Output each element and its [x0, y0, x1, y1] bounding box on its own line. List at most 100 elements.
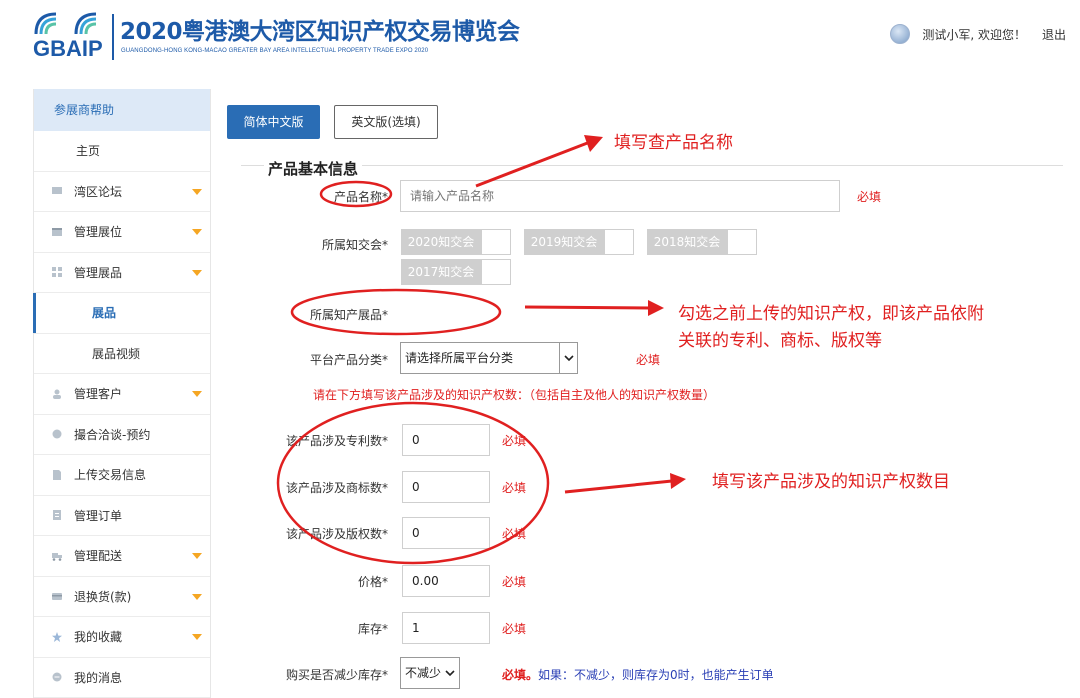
annotation-fill-product-name: 填写查产品名称 [614, 133, 733, 153]
sidebar-item-label: 撮合洽谈-预约 [74, 427, 151, 442]
expo-option-2019[interactable]: 2019知交会 [524, 229, 634, 255]
expo-option-2018[interactable]: 2018知交会 [647, 229, 757, 255]
sidebar-item-home[interactable]: 主页 [34, 131, 210, 172]
expo-option-checkbox[interactable] [604, 229, 634, 255]
chevron-down-icon [441, 658, 459, 688]
header: GBAIP 2020粤港澳大湾区知识产权交易博览会 GUANGDONG-HONG… [0, 0, 1080, 70]
logout-link[interactable]: 退出 [1042, 26, 1066, 43]
sidebar-heading[interactable]: 参展商帮助 [34, 89, 210, 131]
tab-simplified-chinese[interactable]: 简体中文版 [227, 105, 320, 139]
expo-option-checkbox[interactable] [727, 229, 757, 255]
expo-option-label: 2018知交会 [647, 229, 727, 255]
chevron-down-icon [192, 593, 202, 600]
arrow-product-name [475, 135, 603, 188]
user-area: 测试小军, 欢迎您！ 退出 [890, 24, 1066, 44]
required-marker: 必填。 [502, 668, 539, 682]
price-label: 价格* [357, 575, 388, 589]
expo-subtitle: GUANGDONG-HONG KONG-MACAO GREATER BAY AR… [121, 48, 429, 54]
upload-icon [53, 469, 61, 480]
sidebar-item-label: 展品 [92, 306, 117, 321]
patents-label: 该产品涉及专利数* [285, 434, 388, 448]
reduce-stock-select[interactable]: 不减少 [400, 657, 460, 689]
arrow-ip-counts [564, 473, 686, 494]
sidebar-item-booth[interactable]: 管理展位 [34, 212, 210, 253]
sidebar-item-label: 管理订单 [74, 508, 123, 523]
arrow-ip-items [524, 300, 664, 316]
star-icon [52, 631, 62, 642]
stock-label: 库存* [357, 622, 388, 636]
chat-icon [52, 429, 62, 439]
grid-icon [52, 267, 62, 278]
required-marker: 必填 [502, 575, 527, 589]
ip-count-hint: 请在下方填写该产品涉及的知识产权数：（包括自主及他人的知识产权数量） [313, 388, 716, 402]
copyrights-label: 该产品涉及版权数* [285, 527, 388, 541]
wave-logo-icon [34, 12, 97, 35]
chevron-down-icon [192, 634, 202, 640]
sidebar-item-customers[interactable]: 管理客户 [34, 374, 210, 415]
product-name-input[interactable] [400, 180, 840, 212]
user-icon [53, 389, 61, 399]
sidebar-item-label: 管理客户 [74, 387, 123, 402]
category-label: 平台产品分类* [309, 353, 388, 367]
chevron-down-icon [192, 553, 202, 559]
copyrights-input[interactable]: 0 [402, 517, 490, 549]
sidebar-item-label: 管理展品 [74, 265, 123, 280]
trademarks-input[interactable]: 0 [402, 471, 490, 503]
tab-english[interactable]: 英文版(选填) [334, 105, 438, 139]
section-title: 产品基本信息 [264, 158, 363, 179]
sidebar-item-orders[interactable]: 管理订单 [34, 496, 210, 536]
sidebar-item-label: 展品视频 [92, 346, 141, 361]
sidebar-item-products[interactable]: 展品 [33, 293, 210, 334]
annotation-select-ip-line2: 关联的专利、商标、版权等 [678, 331, 882, 351]
reduce-stock-label: 购买是否减少库存* [285, 668, 388, 682]
expo-option-2017[interactable]: 2017知交会 [401, 259, 511, 285]
avatar[interactable] [890, 24, 911, 44]
sidebar-item-label: 管理配送 [74, 549, 123, 564]
expo-title: 2020粤港澳大湾区知识产权交易博览会 [120, 19, 520, 45]
order-icon [53, 510, 61, 521]
sidebar-item-label: 上传交易信息 [74, 468, 147, 483]
sidebar-item-label: 湾区论坛 [74, 184, 123, 199]
stock-input[interactable]: 1 [402, 612, 490, 644]
price-input[interactable]: 0.00 [402, 565, 490, 597]
sidebar: 参展商帮助 主页 湾区论坛 管理展位 管理展品 展品 展品视频 管理客户 撮合洽… [33, 89, 211, 698]
annotation-fill-ip-count: 填写该产品涉及的知识产权数目 [712, 472, 950, 492]
required-marker: 必填 [502, 434, 527, 448]
active-indicator [33, 293, 36, 333]
sidebar-item-delivery[interactable]: 管理配送 [34, 536, 210, 577]
sidebar-item-label: 我的收藏 [74, 630, 123, 645]
sidebar-item-forum[interactable]: 湾区论坛 [34, 172, 210, 212]
sidebar-item-messages[interactable]: 我的消息 [34, 658, 210, 698]
sidebar-item-label: 管理展位 [74, 225, 123, 240]
expo-option-label: 2017知交会 [401, 259, 481, 285]
chevron-down-icon [192, 391, 202, 397]
sidebar-item-favorites[interactable]: 我的收藏 [34, 617, 210, 658]
section-divider [241, 165, 1063, 166]
sidebar-item-refund[interactable]: 退换货(款) [34, 577, 210, 617]
chevron-down-icon [559, 343, 577, 373]
sidebar-item-exhibits[interactable]: 管理展品 [34, 253, 210, 293]
required-marker: 必填 [636, 353, 661, 367]
sidebar-item-label: 主页 [76, 144, 101, 159]
required-marker: 必填 [502, 481, 527, 495]
expo-option-2020[interactable]: 2020知交会 [401, 229, 511, 255]
reduce-stock-value: 不减少 [405, 666, 442, 680]
required-marker: 必填 [502, 622, 527, 636]
chevron-down-icon [192, 229, 202, 235]
reduce-stock-note: 必填。如果：不减少，则库存为0时，也能产生订单 [502, 666, 774, 683]
expo-option-checkbox[interactable] [481, 259, 511, 285]
forum-icon [52, 187, 62, 195]
sidebar-item-product-video[interactable]: 展品视频 [34, 334, 210, 374]
required-marker: 必填 [502, 527, 527, 541]
patents-input[interactable]: 0 [402, 424, 490, 456]
logo-divider [112, 14, 114, 60]
required-marker: 必填 [857, 190, 882, 204]
sidebar-item-upload-trade[interactable]: 上传交易信息 [34, 455, 210, 496]
chevron-down-icon [192, 188, 202, 195]
annotation-select-ip-line1: 勾选之前上传的知识产权，即该产品依附 [678, 304, 984, 324]
expo-option-checkbox[interactable] [481, 229, 511, 255]
category-select[interactable]: 请选择所属平台分类 [400, 342, 578, 374]
expo-option-label: 2020知交会 [401, 229, 481, 255]
sidebar-item-matchmaking[interactable]: 撮合洽谈-预约 [34, 415, 210, 455]
chevron-down-icon [192, 269, 202, 276]
